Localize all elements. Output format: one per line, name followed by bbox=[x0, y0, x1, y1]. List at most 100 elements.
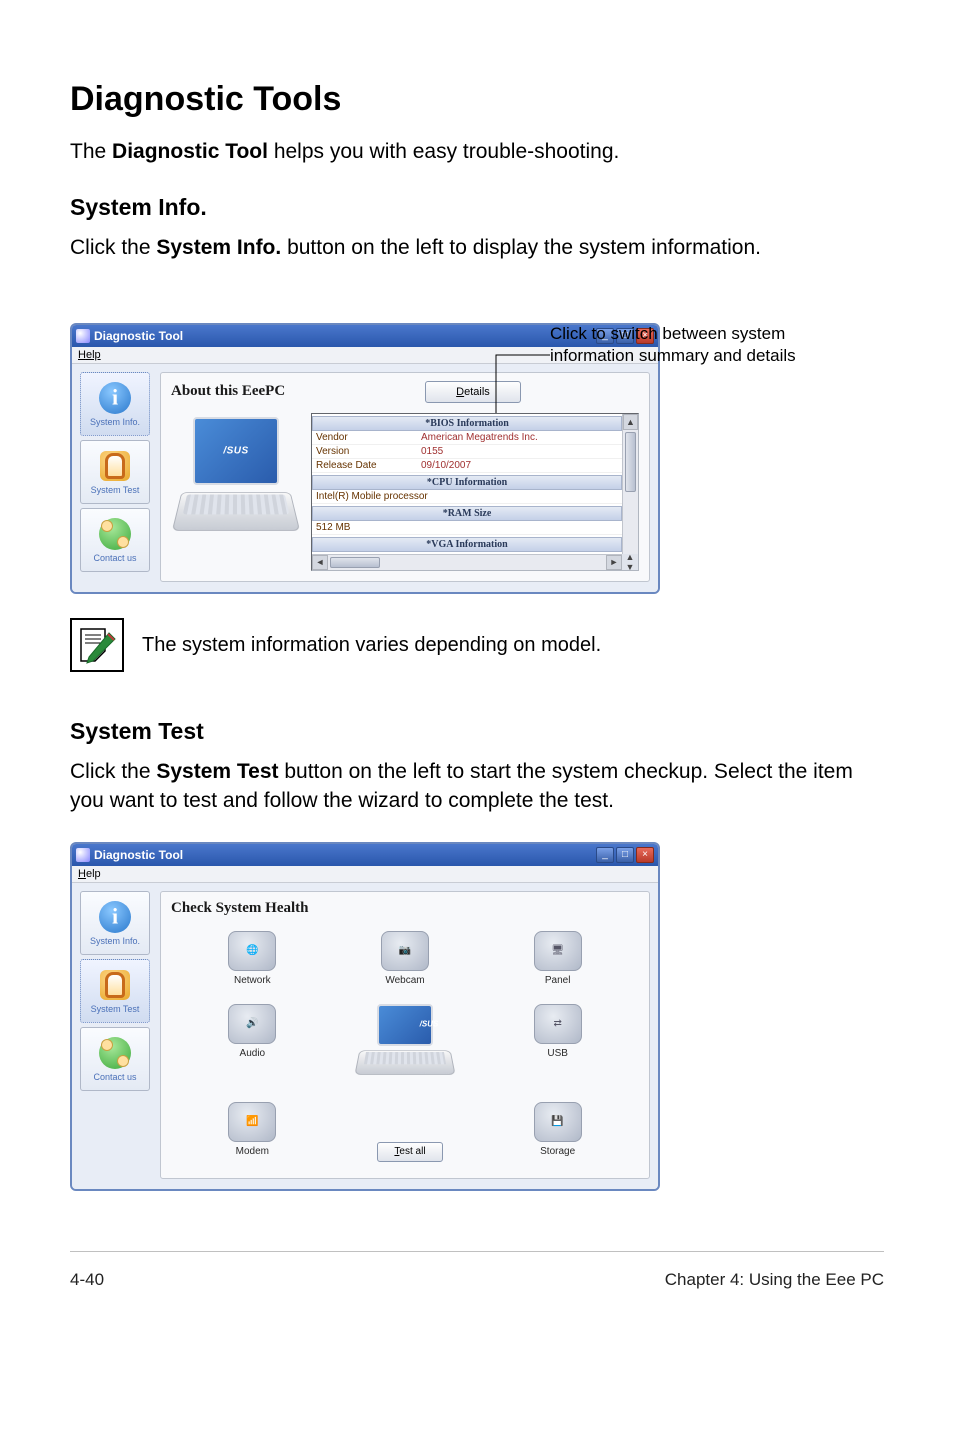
bios-date-row: Release Date09/10/2007 bbox=[312, 459, 622, 473]
sidebar-item-contact-us[interactable]: Contact us bbox=[80, 508, 150, 572]
diagnostic-window-systest: Diagnostic Tool _ □ × Help System Info. … bbox=[70, 842, 660, 1191]
content-pane: About this EeePC Details /SUS *BIOS Info… bbox=[160, 372, 650, 582]
details-button[interactable]: Details bbox=[425, 381, 521, 403]
window2-icon bbox=[76, 848, 90, 862]
sidebar: System Info. System Test Contact us bbox=[80, 372, 150, 582]
close-button-2[interactable]: × bbox=[636, 847, 654, 863]
health-panel[interactable]: 🖥 Panel bbox=[496, 931, 619, 986]
sidebar2-label-2: Contact us bbox=[93, 1072, 136, 1082]
network-icon: 🌐 bbox=[228, 931, 276, 971]
intro-pre: The bbox=[70, 140, 112, 163]
sidebar-label-2: Contact us bbox=[93, 553, 136, 563]
section-systest-heading: System Test bbox=[70, 718, 884, 745]
minimize-button-2[interactable]: _ bbox=[596, 847, 614, 863]
scroll-corner[interactable]: ▲▼ bbox=[622, 554, 638, 570]
health-label-1: Webcam bbox=[385, 975, 424, 986]
contact-icon-2 bbox=[99, 1037, 131, 1069]
sidebar-label-1: System Test bbox=[91, 485, 140, 495]
annotation-wrap: Click to switch between system informati… bbox=[70, 323, 884, 594]
group-cpu: *CPU Information bbox=[312, 475, 622, 490]
sidebar2-item-contact-us[interactable]: Contact us bbox=[80, 1027, 150, 1091]
health-label-3: Audio bbox=[240, 1048, 266, 1059]
storage-icon: 💾 bbox=[534, 1102, 582, 1142]
info-icon bbox=[99, 382, 131, 414]
laptop-logo-2: /SUS bbox=[420, 1019, 439, 1028]
health-modem[interactable]: 📶 Modem bbox=[191, 1102, 314, 1162]
health-storage[interactable]: 💾 Storage bbox=[496, 1102, 619, 1162]
page-title: Diagnostic Tools bbox=[70, 80, 884, 119]
horizontal-scrollbar[interactable]: ◄ ► bbox=[312, 554, 622, 570]
sidebar-label-0: System Info. bbox=[90, 417, 140, 427]
laptop-icon: /SUS bbox=[355, 1004, 455, 1084]
health-audio[interactable]: 🔊 Audio bbox=[191, 1004, 314, 1084]
intro-paragraph: The Diagnostic Tool helps you with easy … bbox=[70, 137, 884, 166]
page-number: 4-40 bbox=[70, 1270, 104, 1290]
group-vga: *VGA Information bbox=[312, 537, 622, 552]
section-sysinfo-text: Click the System Info. button on the lef… bbox=[70, 233, 884, 262]
chapter-label: Chapter 4: Using the Eee PC bbox=[665, 1270, 884, 1290]
intro-post: helps you with easy trouble-shooting. bbox=[268, 140, 619, 163]
pane-title-2: Check System Health bbox=[171, 900, 639, 917]
section-systest-text: Click the System Test button on the left… bbox=[70, 757, 884, 816]
bios-date-val: 09/10/2007 bbox=[421, 460, 471, 471]
systest-text-bold: System Test bbox=[156, 760, 278, 783]
pane-title: About this EeePC bbox=[171, 383, 285, 400]
sidebar2-item-system-test[interactable]: System Test bbox=[80, 959, 150, 1023]
bios-vendor-key: Vendor bbox=[316, 432, 421, 443]
test-all-button[interactable]: Test all bbox=[377, 1142, 442, 1162]
sidebar-item-system-info[interactable]: System Info. bbox=[80, 372, 150, 436]
details-btn-rest: etails bbox=[464, 386, 490, 398]
menu-help-2[interactable]: Help bbox=[72, 866, 658, 883]
note-text: The system information varies depending … bbox=[142, 631, 601, 659]
sysinfo-text-pre: Click the bbox=[70, 236, 156, 259]
info-scroll-area: *BIOS Information VendorAmerican Megatre… bbox=[311, 413, 639, 571]
scroll-up-icon[interactable]: ▲ bbox=[623, 414, 638, 430]
health-grid: 🌐 Network 📷 Webcam 🖥 Panel 🔊 Audio bbox=[171, 925, 639, 1168]
health-label-6: Modem bbox=[236, 1146, 269, 1157]
scroll-thumb[interactable] bbox=[625, 432, 636, 492]
bios-version-row: Version0155 bbox=[312, 445, 622, 459]
window2-title: Diagnostic Tool bbox=[94, 848, 183, 862]
info-icon-2 bbox=[99, 901, 131, 933]
health-label-2: Panel bbox=[545, 975, 571, 986]
ram-val: 512 MB bbox=[316, 522, 421, 533]
health-label-5: USB bbox=[547, 1048, 568, 1059]
bios-vendor-val: American Megatrends Inc. bbox=[421, 432, 538, 443]
cpu-row: Intel(R) Mobile processor bbox=[312, 490, 622, 504]
sidebar2-label-0: System Info. bbox=[90, 936, 140, 946]
laptop-illustration: /SUS bbox=[171, 413, 301, 553]
test-icon-2 bbox=[100, 970, 130, 1000]
health-usb[interactable]: ⇄ USB bbox=[496, 1004, 619, 1084]
maximize-button-2[interactable]: □ bbox=[616, 847, 634, 863]
bios-date-key: Release Date bbox=[316, 460, 421, 471]
audio-icon: 🔊 bbox=[228, 1004, 276, 1044]
group-bios: *BIOS Information bbox=[312, 416, 622, 431]
usb-icon: ⇄ bbox=[534, 1004, 582, 1044]
contact-icon bbox=[99, 518, 131, 550]
scroll-right-icon[interactable]: ► bbox=[606, 555, 622, 570]
health-label-8: Storage bbox=[540, 1146, 575, 1157]
health-network[interactable]: 🌐 Network bbox=[191, 931, 314, 986]
window-title: Diagnostic Tool bbox=[94, 329, 183, 343]
bios-version-key: Version bbox=[316, 446, 421, 457]
bios-vendor-row: VendorAmerican Megatrends Inc. bbox=[312, 431, 622, 445]
health-webcam[interactable]: 📷 Webcam bbox=[344, 931, 467, 986]
sysinfo-text-bold: System Info. bbox=[156, 236, 281, 259]
sidebar2-label-1: System Test bbox=[91, 1004, 140, 1014]
bios-version-val: 0155 bbox=[421, 446, 443, 457]
hscroll-thumb[interactable] bbox=[330, 557, 380, 568]
sidebar2-item-system-info[interactable]: System Info. bbox=[80, 891, 150, 955]
health-label-0: Network bbox=[234, 975, 271, 986]
cpu-val: Intel(R) Mobile processor bbox=[316, 491, 428, 502]
menu-help-label: elp bbox=[86, 349, 101, 361]
modem-icon: 📶 bbox=[228, 1102, 276, 1142]
health-laptop: /SUS bbox=[344, 1004, 467, 1084]
intro-bold: Diagnostic Tool bbox=[112, 140, 268, 163]
webcam-icon: 📷 bbox=[381, 931, 429, 971]
sidebar-item-system-test[interactable]: System Test bbox=[80, 440, 150, 504]
content-pane-2: Check System Health 🌐 Network 📷 Webcam 🖥… bbox=[160, 891, 650, 1179]
test-icon bbox=[100, 451, 130, 481]
vertical-scrollbar[interactable]: ▲ bbox=[622, 414, 638, 554]
scroll-left-icon[interactable]: ◄ bbox=[312, 555, 328, 570]
laptop-logo: /SUS bbox=[223, 445, 248, 456]
